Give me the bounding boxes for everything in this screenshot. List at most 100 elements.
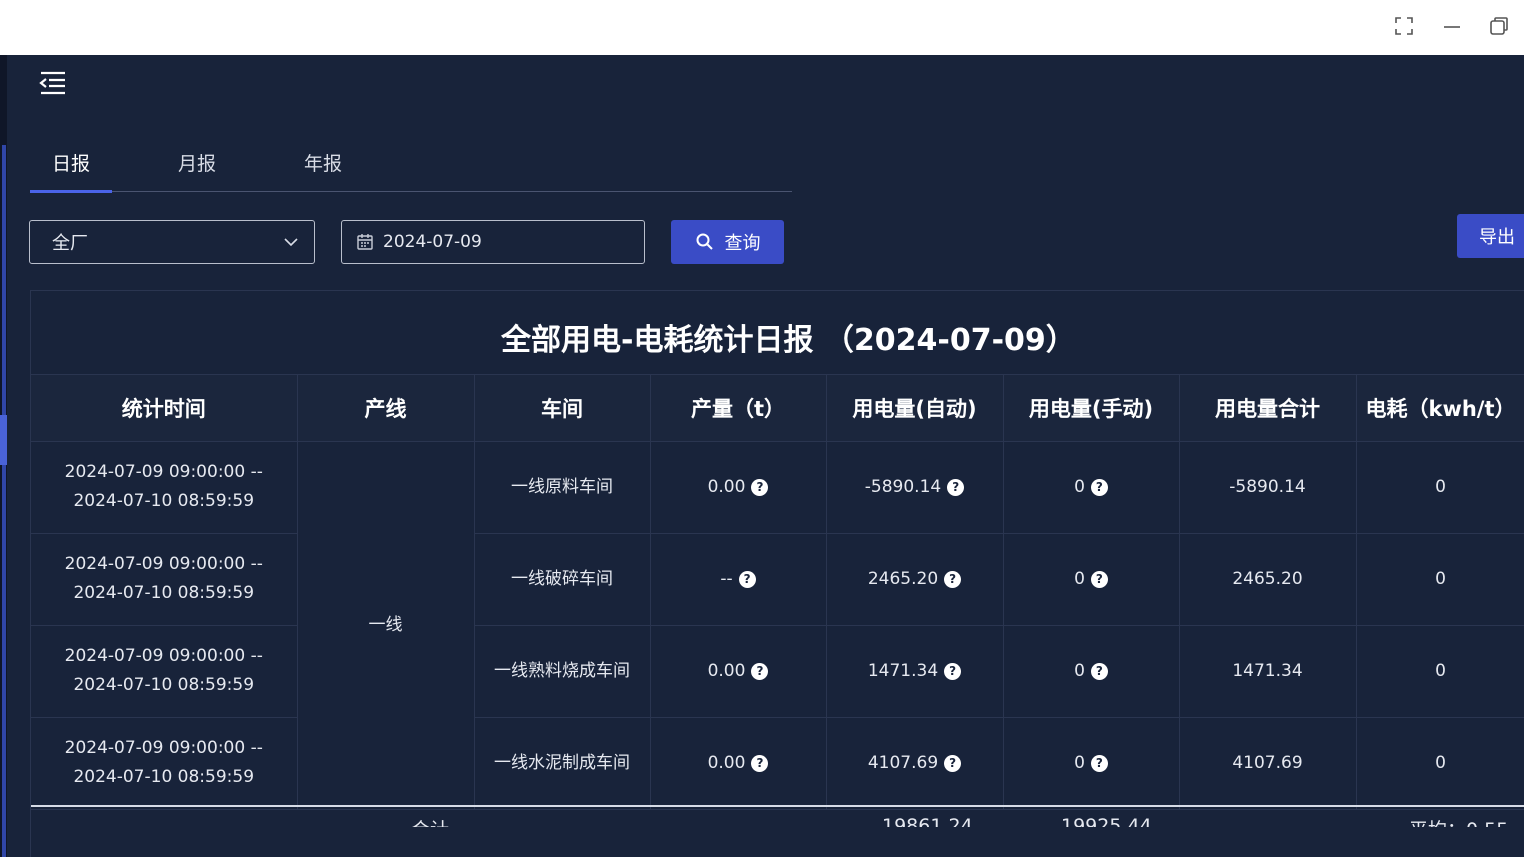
time-end: 2024-07-10 08:59:59: [73, 491, 255, 511]
auto-value: 4107.69: [867, 752, 939, 773]
auto-cell: 1471.34?: [826, 625, 1004, 718]
workshop-cell: 一线原料车间: [474, 441, 651, 534]
col-header-line[interactable]: 产线: [297, 375, 475, 442]
help-icon[interactable]: ?: [751, 478, 769, 496]
consumption-cell: 0: [1356, 441, 1524, 534]
minimize-icon[interactable]: [1440, 14, 1464, 38]
time-end: 2024-07-10 08:59:59: [73, 583, 255, 603]
output-value: --: [720, 568, 733, 589]
table-row: 2024-07-09 09:00:00 -- 2024-07-10 08:59:5…: [31, 441, 1524, 810]
total-cell: 1471.34: [1179, 625, 1357, 718]
report-title-text: 全部用电-电耗统计日报 （2024-07-09）: [501, 323, 1076, 358]
manual-value: 0: [1074, 568, 1085, 589]
output-cell: --?: [650, 533, 827, 626]
scope-select-value: 全厂: [52, 233, 88, 254]
sidebar-scrollbar[interactable]: [2, 145, 6, 857]
time-start: 2024-07-09 09:00:00 --: [64, 462, 263, 482]
help-icon[interactable]: ?: [751, 754, 769, 772]
help-icon[interactable]: ?: [738, 570, 756, 588]
report-period-tabs: 日报 月报 年报: [30, 133, 792, 193]
total-cell: 4107.69: [1179, 717, 1357, 810]
chevron-down-icon: [284, 238, 298, 247]
time-start: 2024-07-09 09:00:00 --: [64, 554, 263, 574]
scroll-clip: [31, 827, 1524, 857]
help-icon[interactable]: ?: [1090, 478, 1108, 496]
export-button-label: 导出: [1479, 227, 1515, 248]
help-icon[interactable]: ?: [1090, 570, 1108, 588]
search-icon: [696, 233, 713, 250]
output-cell: 0.00?: [650, 625, 827, 718]
manual-value: 0: [1074, 752, 1085, 773]
workshop-cell: 一线熟料烧成车间: [474, 625, 651, 718]
auto-cell: -5890.14?: [826, 441, 1004, 534]
auto-cell: 2465.20?: [826, 533, 1004, 626]
query-button-label: 查询: [724, 233, 761, 254]
window-titlebar: [0, 0, 1524, 55]
query-button[interactable]: 查询: [671, 220, 784, 264]
line-cell: 一线: [297, 441, 475, 810]
help-icon[interactable]: ?: [751, 662, 769, 680]
manual-value: 0: [1074, 660, 1085, 681]
manual-cell: 0?: [1003, 441, 1180, 534]
col-header-consumption[interactable]: 电耗（kwh/t）: [1356, 375, 1524, 442]
consumption-cell: 0: [1356, 625, 1524, 718]
col-header-manual[interactable]: 用电量(手动): [1003, 375, 1180, 442]
date-picker[interactable]: 2024-07-09: [341, 220, 645, 264]
report-panel: 全部用电-电耗统计日报 （2024-07-09） 统计时间 产线 车间 产量（t…: [30, 290, 1524, 857]
help-icon[interactable]: ?: [947, 478, 965, 496]
help-icon[interactable]: ?: [944, 754, 962, 772]
output-value: 0.00: [707, 476, 746, 497]
col-header-workshop[interactable]: 车间: [474, 375, 651, 442]
help-icon[interactable]: ?: [1090, 662, 1108, 680]
time-cell: 2024-07-09 09:00:00 -- 2024-07-10 08:59:5…: [31, 625, 298, 718]
table-row: 2024-07-09 09:00:00 -- 2024-07-10 08:59:5…: [31, 717, 1524, 810]
scope-select[interactable]: 全厂: [29, 220, 315, 264]
export-button[interactable]: 导出: [1457, 214, 1524, 258]
total-cell: 2465.20: [1179, 533, 1357, 626]
menu-collapse-icon[interactable]: [38, 70, 70, 98]
help-icon[interactable]: ?: [944, 662, 962, 680]
calendar-icon: [357, 234, 373, 250]
auto-value: -5890.14: [864, 476, 942, 497]
tab-monthly[interactable]: 月报: [156, 133, 238, 191]
total-cell: -5890.14: [1179, 441, 1357, 534]
report-app: 日报 月报 年报 全厂 2024-07-09 查询 导出 全部用电-电耗统计日报…: [0, 55, 1524, 857]
report-title: 全部用电-电耗统计日报 （2024-07-09）: [31, 291, 1524, 375]
col-header-auto[interactable]: 用电量(自动): [826, 375, 1004, 442]
manual-cell: 0?: [1003, 533, 1180, 626]
output-cell: 0.00?: [650, 717, 827, 810]
tab-yearly[interactable]: 年报: [282, 133, 364, 191]
workshop-cell: 一线水泥制成车间: [474, 717, 651, 810]
restore-icon[interactable]: [1487, 14, 1511, 38]
sidebar-scroll-thumb[interactable]: [0, 415, 7, 465]
col-header-total[interactable]: 用电量合计: [1179, 375, 1357, 442]
time-cell: 2024-07-09 09:00:00 -- 2024-07-10 08:59:5…: [31, 441, 298, 534]
time-end: 2024-07-10 08:59:59: [73, 675, 255, 695]
col-header-output[interactable]: 产量（t）: [650, 375, 827, 442]
workshop-cell: 一线破碎车间: [474, 533, 651, 626]
output-cell: 0.00?: [650, 441, 827, 534]
date-value: 2024-07-09: [383, 232, 482, 252]
output-value: 0.00: [707, 660, 746, 681]
table-row: 2024-07-09 09:00:00 -- 2024-07-10 08:59:5…: [31, 625, 1524, 718]
time-cell: 2024-07-09 09:00:00 -- 2024-07-10 08:59:5…: [31, 533, 298, 626]
time-cell: 2024-07-09 09:00:00 -- 2024-07-10 08:59:5…: [31, 717, 298, 810]
fullscreen-icon[interactable]: [1392, 14, 1416, 38]
report-table: 统计时间 产线 车间 产量（t） 用电量(自动) 用电量(手动) 用电量合计 电…: [31, 375, 1524, 810]
time-start: 2024-07-09 09:00:00 --: [64, 646, 263, 666]
table-header-row: 统计时间 产线 车间 产量（t） 用电量(自动) 用电量(手动) 用电量合计 电…: [31, 375, 1524, 442]
manual-cell: 0?: [1003, 717, 1180, 810]
consumption-cell: 0: [1356, 717, 1524, 810]
manual-value: 0: [1074, 476, 1085, 497]
manual-cell: 0?: [1003, 625, 1180, 718]
consumption-cell: 0: [1356, 533, 1524, 626]
tab-daily[interactable]: 日报: [30, 133, 112, 193]
time-start: 2024-07-09 09:00:00 --: [64, 738, 263, 758]
col-header-time[interactable]: 统计时间: [31, 375, 298, 442]
help-icon[interactable]: ?: [1090, 754, 1108, 772]
auto-value: 2465.20: [867, 568, 939, 589]
table-row: 2024-07-09 09:00:00 -- 2024-07-10 08:59:5…: [31, 533, 1524, 626]
help-icon[interactable]: ?: [944, 570, 962, 588]
time-end: 2024-07-10 08:59:59: [73, 767, 255, 787]
output-value: 0.00: [707, 752, 746, 773]
